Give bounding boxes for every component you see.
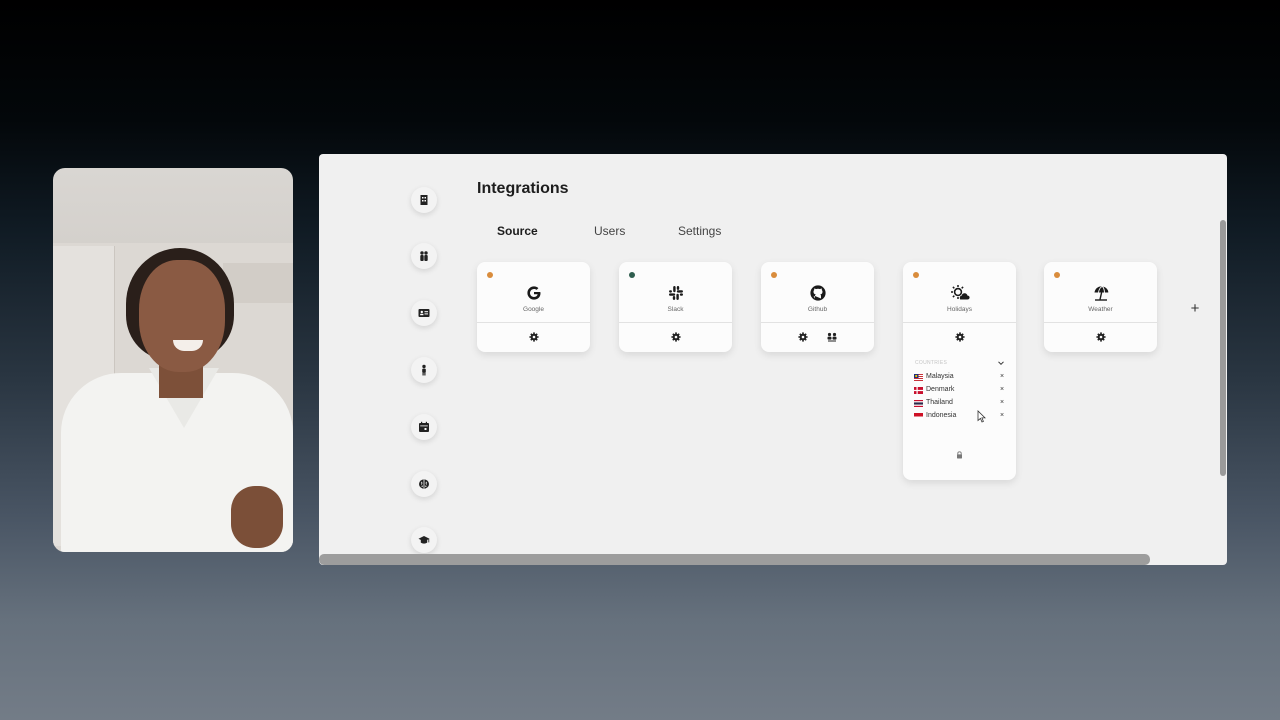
horizontal-scrollbar[interactable]	[319, 554, 1150, 565]
sidebar-item-person[interactable]	[411, 357, 437, 383]
id-card-icon	[418, 309, 430, 317]
sidebar-item-building[interactable]	[411, 187, 437, 213]
sidebar-item-id-card[interactable]	[411, 300, 437, 326]
building-icon	[420, 195, 428, 205]
country-item-indonesia: Indonesia ×	[914, 412, 1006, 422]
sidebar-item-graduation[interactable]	[411, 527, 437, 553]
graduation-cap-icon	[418, 536, 430, 544]
sidebar-item-calendar[interactable]	[411, 414, 437, 440]
card-divider	[903, 322, 1016, 323]
chevron-down-icon[interactable]	[997, 359, 1005, 367]
tab-source[interactable]: Source	[497, 224, 538, 238]
slack-logo-icon	[668, 286, 683, 300]
card-divider	[761, 322, 874, 323]
integration-card-github[interactable]: Github	[761, 262, 874, 352]
malaysia-flag-icon	[914, 374, 923, 381]
integration-name: Slack	[667, 306, 684, 313]
integration-name: Google	[523, 306, 544, 313]
remove-country-button[interactable]: ×	[1000, 386, 1004, 393]
webcam-video	[53, 168, 293, 552]
countries-header: COUNTRIES	[915, 360, 948, 366]
country-name: Malaysia	[926, 373, 954, 380]
beach-umbrella-icon	[1094, 286, 1108, 301]
people-icon	[420, 251, 428, 261]
country-name: Thailand	[926, 399, 953, 406]
sun-cloud-icon	[950, 285, 970, 300]
card-divider	[477, 322, 590, 323]
sidebar-item-people[interactable]	[411, 243, 437, 269]
indonesia-flag-icon	[914, 413, 923, 420]
card-divider	[1044, 322, 1157, 323]
presenter-hand	[231, 486, 283, 548]
lock-icon[interactable]	[956, 451, 963, 459]
thailand-flag-icon	[914, 400, 923, 407]
add-integration-button[interactable]: +	[1188, 301, 1202, 316]
card-divider	[619, 322, 732, 323]
brain-icon	[419, 479, 429, 489]
integration-card-google[interactable]: Google	[477, 262, 590, 352]
integration-name: Github	[807, 306, 828, 313]
google-logo-icon	[526, 286, 540, 300]
integration-card-holidays[interactable]: Holidays COUNTRIES Malaysia × Denmark × …	[903, 262, 1016, 480]
integration-name: Holidays	[947, 306, 972, 313]
gear-icon[interactable]	[528, 332, 539, 342]
app-window: Integrations Source Users Settings Googl…	[319, 154, 1227, 565]
gear-icon[interactable]	[670, 332, 681, 342]
country-item-malaysia: Malaysia ×	[914, 373, 1006, 383]
page-title: Integrations	[477, 180, 569, 197]
status-dot	[629, 272, 635, 278]
denmark-flag-icon	[914, 387, 923, 394]
status-dot	[771, 272, 777, 278]
tab-users[interactable]: Users	[594, 224, 625, 238]
country-name: Denmark	[926, 386, 955, 393]
remove-country-button[interactable]: ×	[1000, 399, 1004, 406]
users-sync-icon[interactable]	[826, 332, 838, 342]
gear-icon[interactable]	[1095, 332, 1106, 342]
github-logo-icon	[809, 285, 826, 301]
calendar-icon	[419, 421, 429, 432]
gear-icon[interactable]	[797, 332, 808, 342]
sidebar-item-brain[interactable]	[411, 471, 437, 497]
integration-name: Weather	[1088, 306, 1113, 313]
integration-card-weather[interactable]: Weather	[1044, 262, 1157, 352]
presenter-face	[139, 260, 225, 372]
status-dot	[1054, 272, 1060, 278]
vertical-scrollbar[interactable]	[1220, 220, 1226, 476]
country-item-denmark: Denmark ×	[914, 386, 1006, 396]
remove-country-button[interactable]: ×	[1000, 373, 1004, 380]
country-item-thailand: Thailand ×	[914, 399, 1006, 409]
tab-settings[interactable]: Settings	[678, 224, 721, 238]
status-dot	[487, 272, 493, 278]
person-icon	[422, 364, 426, 376]
country-name: Indonesia	[926, 412, 957, 419]
remove-country-button[interactable]: ×	[1000, 412, 1004, 419]
mouse-cursor-icon	[977, 410, 986, 423]
gear-icon[interactable]	[954, 332, 965, 342]
integration-card-slack[interactable]: Slack	[619, 262, 732, 352]
status-dot	[913, 272, 919, 278]
